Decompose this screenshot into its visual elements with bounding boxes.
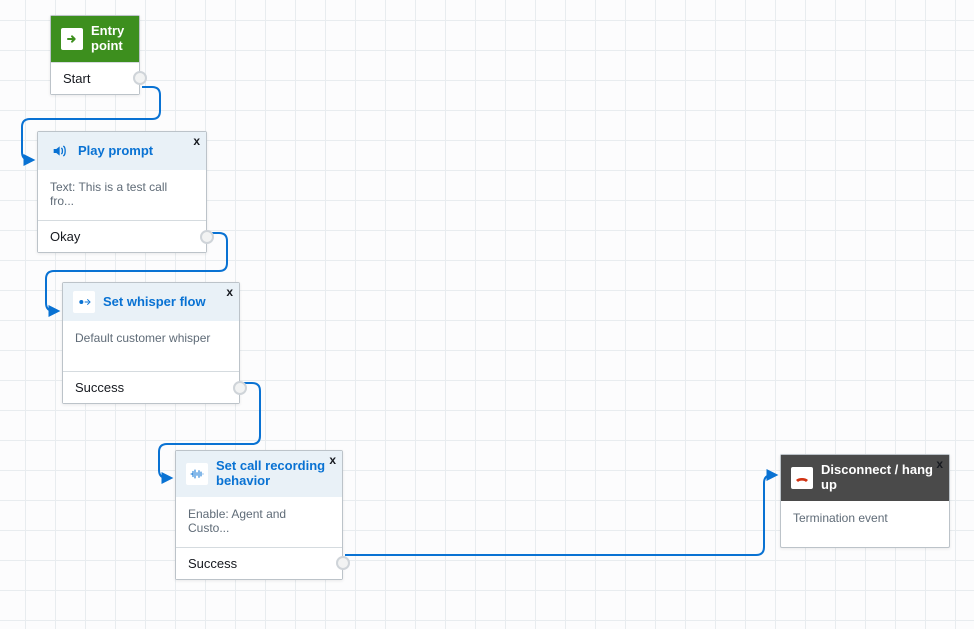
outlet-label: Success [75, 380, 124, 395]
node-play-prompt[interactable]: Play prompt x Text: This is a test call … [37, 131, 207, 253]
flow-canvas[interactable]: Entry point Start Play prompt x Text: Th… [0, 0, 974, 629]
node-header[interactable]: Play prompt x [38, 132, 206, 170]
node-entry-point[interactable]: Entry point Start [50, 15, 140, 95]
node-header[interactable]: Set whisper flow x [63, 283, 239, 321]
entry-arrow-icon [61, 28, 83, 50]
outlet-success[interactable]: Success [63, 371, 239, 403]
node-header[interactable]: Disconnect / hang up x [781, 455, 949, 501]
waveform-icon [186, 463, 208, 485]
outlet-start[interactable]: Start [51, 62, 139, 94]
node-header[interactable]: Set call recording behavior x [176, 451, 342, 497]
node-title: Set call recording behavior [216, 459, 332, 489]
node-body-text: Termination event [781, 501, 949, 547]
connection-port[interactable] [336, 556, 350, 570]
hang-up-icon [791, 467, 813, 489]
node-set-whisper-flow[interactable]: Set whisper flow x Default customer whis… [62, 282, 240, 404]
speaker-icon [48, 140, 70, 162]
node-disconnect[interactable]: Disconnect / hang up x Termination event [780, 454, 950, 548]
whisper-icon [73, 291, 95, 313]
node-body-text: Enable: Agent and Custo... [176, 497, 342, 547]
node-header[interactable]: Entry point [51, 16, 139, 62]
outlet-success[interactable]: Success [176, 547, 342, 579]
outlet-okay[interactable]: Okay [38, 220, 206, 252]
outlet-label: Start [63, 71, 90, 86]
node-title: Play prompt [78, 144, 196, 159]
node-set-call-recording[interactable]: Set call recording behavior x Enable: Ag… [175, 450, 343, 580]
outlet-label: Okay [50, 229, 80, 244]
node-body-text: Text: This is a test call fro... [38, 170, 206, 220]
outlet-label: Success [188, 556, 237, 571]
close-icon[interactable]: x [329, 453, 336, 467]
close-icon[interactable]: x [193, 134, 200, 148]
node-body-text: Default customer whisper [63, 321, 239, 371]
connection-port[interactable] [200, 230, 214, 244]
connection-port[interactable] [233, 381, 247, 395]
connection-port[interactable] [133, 71, 147, 85]
close-icon[interactable]: x [226, 285, 233, 299]
close-icon[interactable]: x [936, 457, 943, 471]
node-title: Disconnect / hang up [821, 463, 939, 493]
node-title: Set whisper flow [103, 295, 229, 310]
node-title: Entry point [91, 24, 129, 54]
